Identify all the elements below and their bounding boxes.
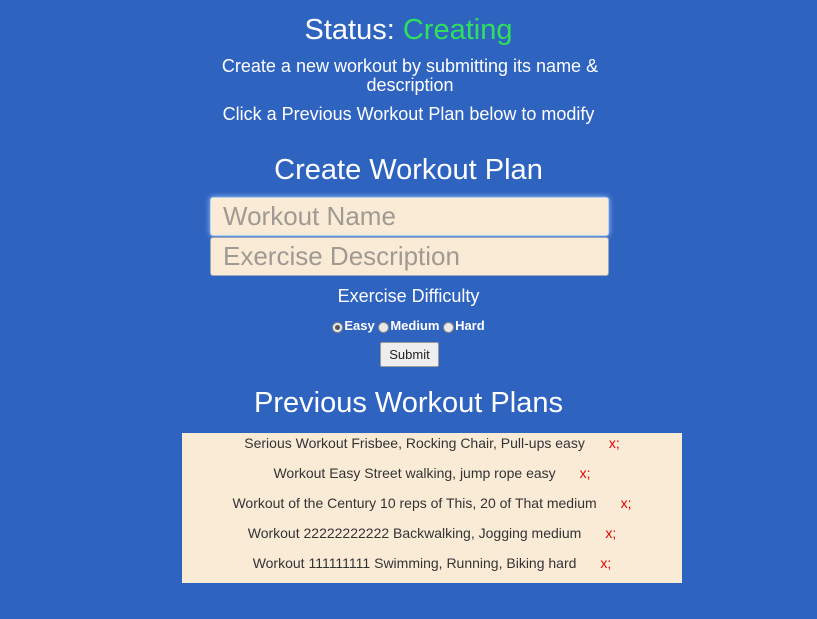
radio-easy-label: Easy: [344, 318, 375, 333]
delete-plan-button[interactable]: x;: [580, 465, 591, 481]
modify-hint: Click a Previous Workout Plan below to m…: [222, 104, 595, 124]
radio-medium[interactable]: [378, 321, 390, 333]
radio-medium-label: Medium: [390, 318, 440, 333]
radio-easy[interactable]: [332, 321, 344, 333]
status-value: Creating: [402, 14, 513, 46]
plan-text[interactable]: Workout 111111111 Swimming, Running, Bik…: [253, 555, 577, 571]
plan-text[interactable]: Workout Easy Street walking, jump rope e…: [273, 465, 555, 481]
plan-text[interactable]: Workout of the Century 10 reps of This, …: [232, 495, 596, 511]
status-label: Status:: [304, 14, 395, 46]
list-item[interactable]: Workout of the Century 10 reps of This, …: [182, 493, 682, 513]
difficulty-label: Exercise Difficulty: [337, 286, 480, 306]
workout-name-input[interactable]: [210, 197, 609, 236]
status-line: Status: Creating: [0, 13, 817, 47]
previous-plans-list: Serious Workout Frisbee, Rocking Chair, …: [182, 433, 682, 583]
exercise-description-input[interactable]: [210, 237, 609, 276]
delete-plan-button[interactable]: x;: [621, 495, 632, 511]
plan-text[interactable]: Workout 22222222222 Backwalking, Jogging…: [248, 525, 582, 541]
list-item[interactable]: Workout 22222222222 Backwalking, Jogging…: [182, 523, 682, 543]
radio-hard-label: Hard: [455, 318, 485, 333]
plan-text[interactable]: Serious Workout Frisbee, Rocking Chair, …: [244, 435, 585, 451]
delete-plan-button[interactable]: x;: [600, 555, 611, 571]
list-item[interactable]: Serious Workout Frisbee, Rocking Chair, …: [182, 433, 682, 453]
list-item[interactable]: Workout Easy Street walking, jump rope e…: [182, 463, 682, 483]
difficulty-radio-group: Easy Medium Hard: [0, 318, 817, 336]
workout-planner-page: Status: Creating Create a new workout by…: [0, 0, 817, 619]
radio-hard[interactable]: [443, 321, 455, 333]
difficulty-option-medium[interactable]: Medium: [378, 318, 439, 334]
delete-plan-button[interactable]: x;: [605, 525, 616, 541]
difficulty-option-hard[interactable]: Hard: [443, 318, 485, 334]
list-item[interactable]: Workout 111111111 Swimming, Running, Bik…: [182, 553, 682, 573]
previous-plans-title: Previous Workout Plans: [254, 387, 563, 419]
delete-plan-button[interactable]: x;: [609, 435, 620, 451]
difficulty-option-easy[interactable]: Easy: [332, 318, 375, 334]
create-hint: Create a new workout by submitting its n…: [221, 56, 599, 95]
create-plan-title: Create Workout Plan: [274, 154, 543, 186]
submit-button[interactable]: Submit: [380, 342, 439, 367]
